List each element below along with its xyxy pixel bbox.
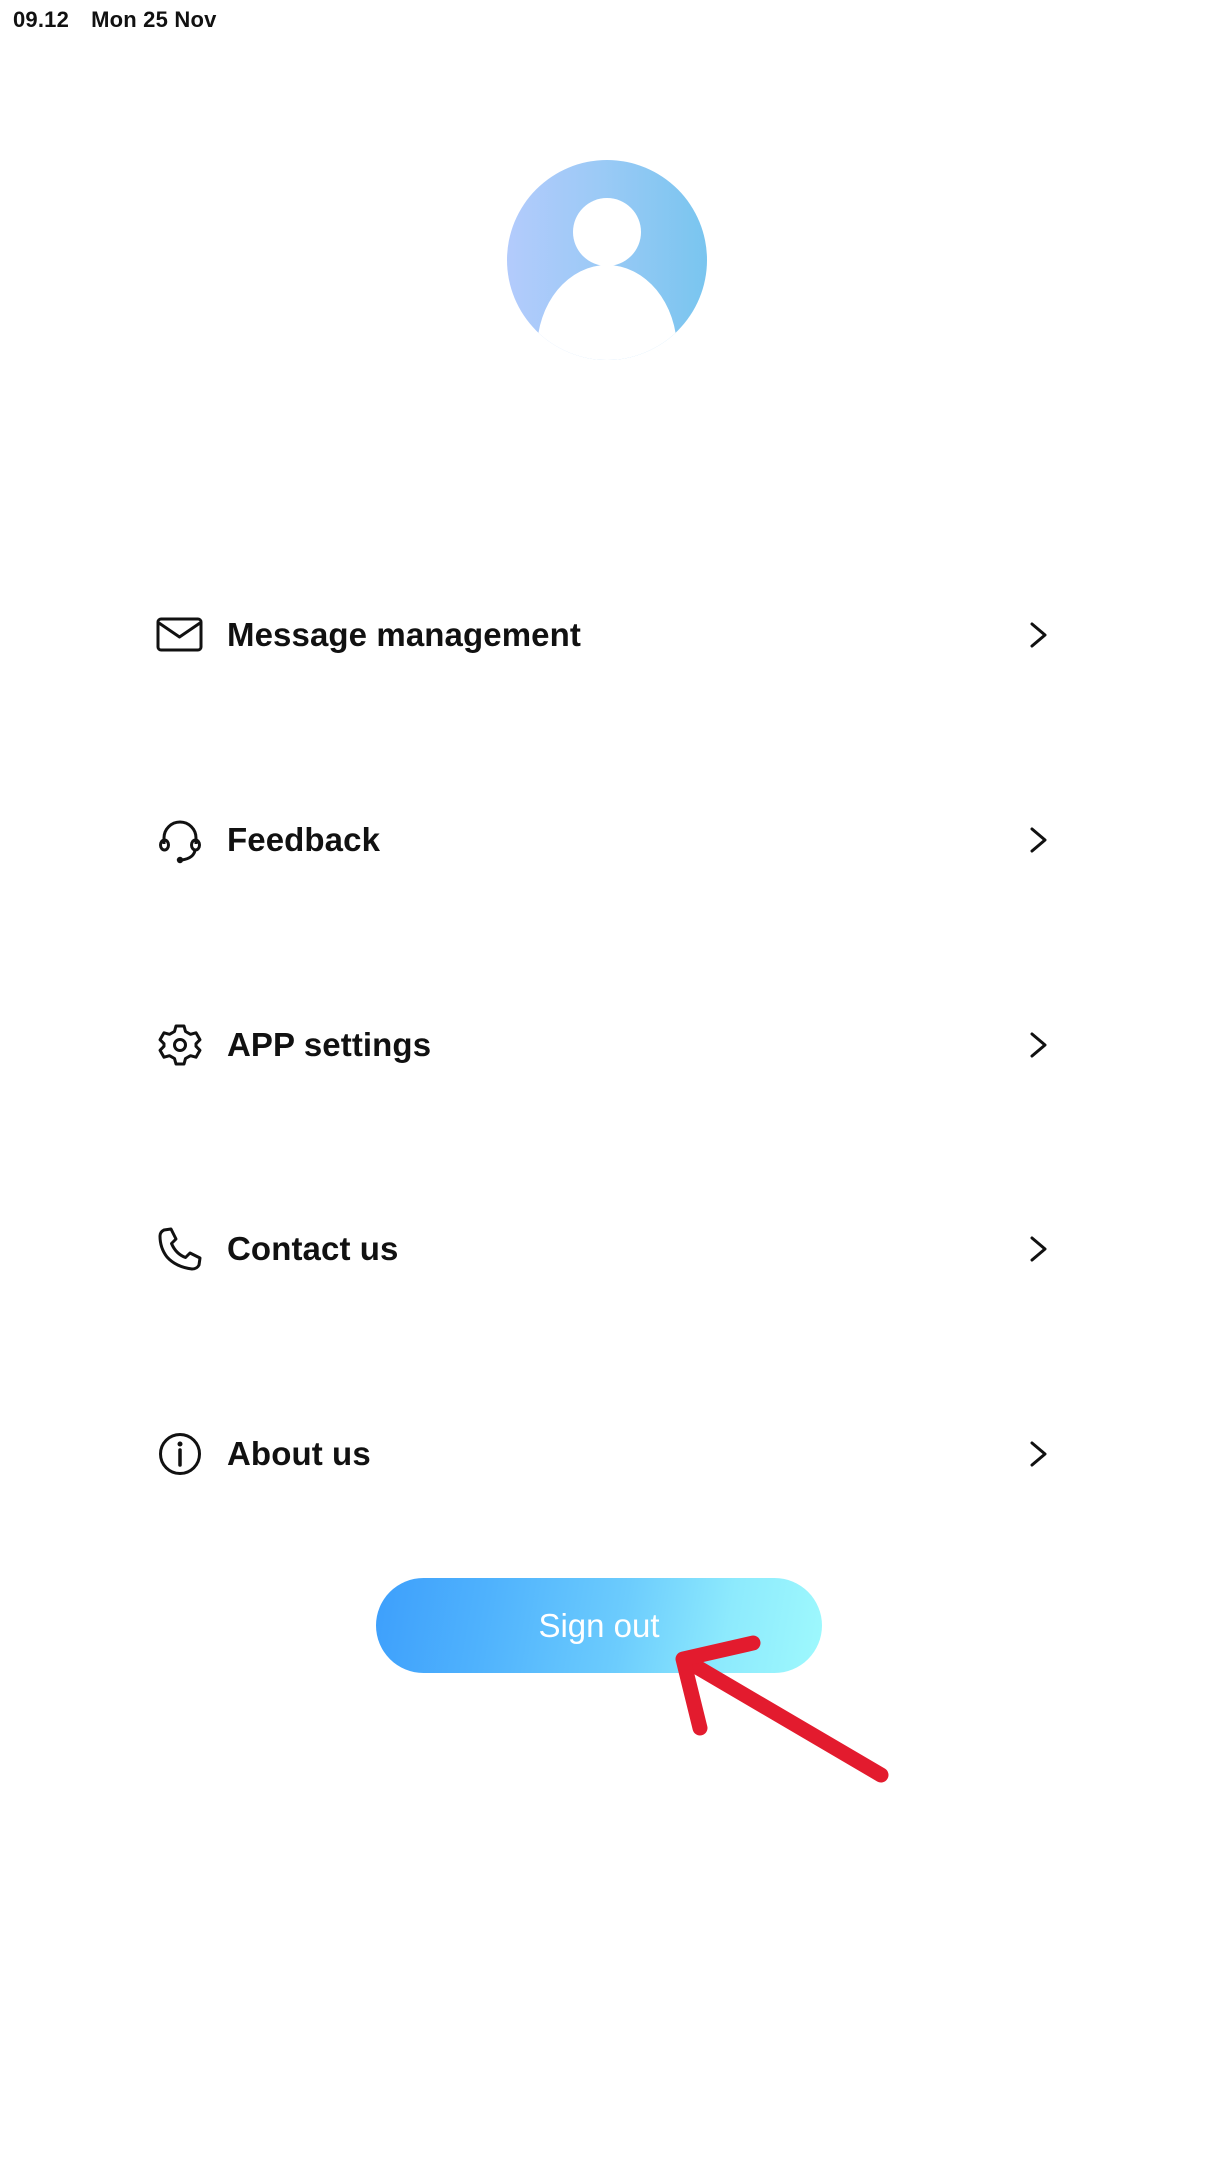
menu-item-app-settings[interactable]: APP settings — [150, 990, 1055, 1100]
info-icon — [152, 1426, 208, 1482]
menu-item-label: Feedback — [227, 821, 381, 858]
chevron-right-icon — [1027, 1439, 1051, 1469]
menu-item-message-management[interactable]: Message management — [150, 580, 1055, 690]
status-time: 09.12 — [13, 7, 70, 32]
chevron-right-icon — [1027, 1030, 1051, 1060]
menu-item-feedback[interactable]: Feedback — [150, 785, 1055, 895]
status-date: Mon 25 Nov — [91, 7, 217, 32]
status-bar: 09.12 Mon 25 Nov — [13, 6, 217, 34]
chevron-right-icon — [1027, 825, 1051, 855]
avatar[interactable] — [507, 160, 707, 360]
menu-item-about-us[interactable]: About us — [150, 1399, 1055, 1509]
phone-icon — [152, 1221, 208, 1277]
menu-item-label: APP settings — [227, 1026, 432, 1063]
signout-button[interactable]: Sign out — [376, 1578, 822, 1673]
headset-icon — [152, 812, 208, 868]
default-user-avatar-icon — [537, 198, 677, 360]
chevron-right-icon — [1027, 1234, 1051, 1264]
annotation-arrow-shaft — [677, 1652, 889, 1783]
menu-item-label: Message management — [227, 616, 581, 653]
envelope-icon — [152, 607, 208, 663]
menu-item-label: About us — [227, 1435, 371, 1472]
gear-icon — [152, 1017, 208, 1073]
chevron-right-icon — [1027, 620, 1051, 650]
menu-item-label: Contact us — [227, 1230, 399, 1267]
menu-item-contact-us[interactable]: Contact us — [150, 1194, 1055, 1304]
